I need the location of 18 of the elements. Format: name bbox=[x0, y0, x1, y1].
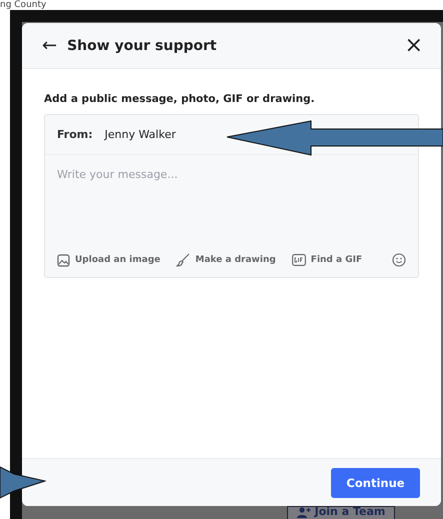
continue-button[interactable]: Continue bbox=[331, 468, 420, 498]
from-label: From: bbox=[57, 128, 93, 141]
message-field[interactable]: Write your message... bbox=[45, 155, 418, 243]
dialog-title: Show your support bbox=[67, 38, 217, 54]
drawing-tool-button[interactable]: Make a drawing bbox=[176, 253, 276, 267]
sender-name: Jenny Walker bbox=[104, 128, 176, 141]
image-tool-button[interactable]: Upload an image bbox=[57, 254, 160, 266]
back-button[interactable]: ← bbox=[42, 35, 58, 56]
page-heading: ng County bbox=[0, 0, 46, 10]
add-person-icon bbox=[296, 507, 311, 518]
brush-icon bbox=[176, 253, 190, 267]
gif-icon bbox=[292, 254, 306, 266]
join-team-button[interactable]: Join a Team bbox=[287, 506, 395, 519]
emoji-icon[interactable] bbox=[392, 253, 406, 267]
image-icon bbox=[57, 254, 70, 266]
gif-tool-button[interactable]: Find a GIF bbox=[292, 254, 362, 266]
close-button[interactable]: × bbox=[404, 33, 423, 58]
instruction-text: Add a public message, photo, GIF or drawing. bbox=[44, 93, 316, 105]
